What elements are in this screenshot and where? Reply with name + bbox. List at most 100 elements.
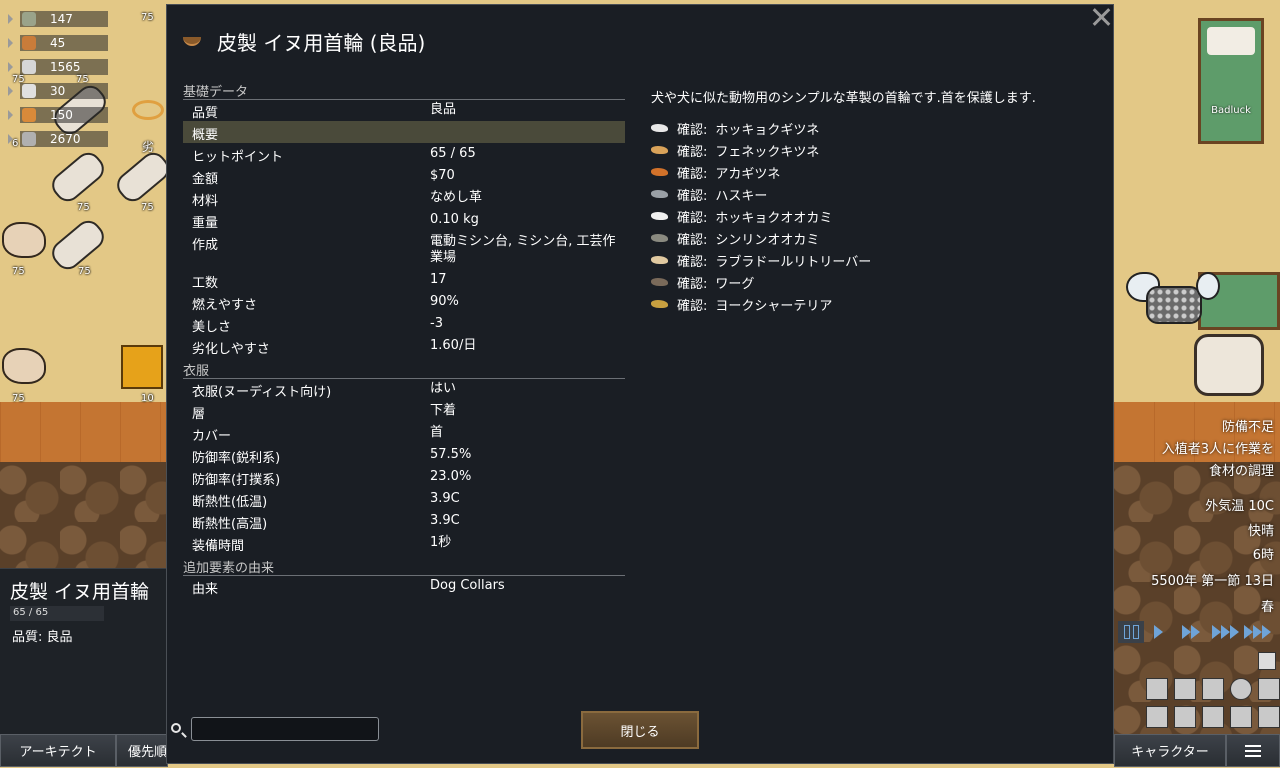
- resource-row[interactable]: 147: [8, 10, 108, 28]
- resource-icon: [22, 84, 36, 98]
- resource-row[interactable]: 2670: [8, 130, 108, 148]
- tab-character[interactable]: キャラクター: [1114, 734, 1226, 767]
- list-icon[interactable]: [1258, 652, 1276, 670]
- stat-label: 断熱性(低温): [192, 495, 268, 510]
- compatible-animal[interactable]: 確認: ワーグ: [651, 271, 754, 293]
- alert-defense[interactable]: 防備不足: [1222, 416, 1274, 435]
- search-input[interactable]: [191, 717, 379, 741]
- cloth-roll[interactable]: [111, 147, 175, 207]
- stat-value: 3.9C: [430, 491, 460, 506]
- mountain-icon[interactable]: [1202, 678, 1224, 700]
- speed-normal-button[interactable]: [1154, 623, 1163, 641]
- compatible-animal[interactable]: 確認: シンリンオオカミ: [651, 227, 819, 249]
- animal-name: ヨークシャーテリア: [715, 298, 833, 314]
- zone-icon[interactable]: [1230, 706, 1252, 728]
- stat-row[interactable]: 由来 Dog Collars: [183, 575, 625, 597]
- resource-row[interactable]: 30: [8, 82, 108, 100]
- expand-arrow-icon[interactable]: [8, 62, 13, 72]
- resource-row[interactable]: 150: [8, 106, 108, 124]
- stat-label: 燃えやすさ: [192, 298, 258, 313]
- compatible-animal[interactable]: 確認: ホッキョクオオカミ: [651, 205, 832, 227]
- bar-chart-icon[interactable]: [1174, 706, 1196, 728]
- stat-row[interactable]: 劣化しやすさ 1.60/日: [183, 335, 625, 357]
- compatible-animal[interactable]: 確認: ヨークシャーテリア: [651, 293, 832, 315]
- stat-row[interactable]: 美しさ -3: [183, 313, 625, 335]
- resource-row[interactable]: 1565: [8, 58, 108, 76]
- animal-icon: [651, 300, 668, 308]
- crate[interactable]: [121, 345, 163, 389]
- compatible-animal[interactable]: 確認: フェネックキツネ: [651, 139, 819, 161]
- expand-arrow-icon[interactable]: [8, 86, 13, 96]
- animal-icon: [651, 212, 668, 220]
- speed-superfast-button[interactable]: [1212, 623, 1239, 641]
- stat-row[interactable]: 燃えやすさ 90%: [183, 291, 625, 313]
- expand-arrow-icon[interactable]: [8, 134, 13, 144]
- resource-icon: [22, 108, 36, 122]
- stat-value: 17: [430, 272, 447, 287]
- stack-count: 75: [78, 266, 91, 277]
- stat-row[interactable]: 衣服(ヌーディスト向け) はい: [183, 378, 625, 400]
- stat-value: 23.0%: [430, 469, 472, 484]
- dog-bed[interactable]: [1194, 334, 1264, 396]
- speed-ultrafast-button[interactable]: [1244, 623, 1271, 641]
- resource-count: 1565: [50, 60, 81, 74]
- stat-row[interactable]: 品質 良品: [183, 99, 625, 121]
- stat-row[interactable]: 断熱性(低温) 3.9C: [183, 488, 625, 510]
- stack-count: 75: [141, 202, 154, 213]
- close-icon[interactable]: [1090, 6, 1112, 28]
- stat-label: 装備時間: [192, 539, 245, 554]
- season: 春: [1260, 600, 1274, 615]
- collar-item[interactable]: [132, 100, 164, 120]
- compatible-animal[interactable]: 確認: ハスキー: [651, 183, 767, 205]
- bed[interactable]: Badluck: [1198, 18, 1264, 144]
- stat-row[interactable]: 概要: [183, 121, 625, 143]
- menu-button[interactable]: [1226, 734, 1280, 767]
- stack-count: 75: [77, 202, 90, 213]
- stat-row[interactable]: 装備時間 1秒: [183, 532, 625, 554]
- stat-row[interactable]: 作成 電動ミシン台, ミシン台, 工芸作業場: [183, 231, 625, 269]
- pause-button[interactable]: [1118, 621, 1144, 643]
- stat-row[interactable]: 金額 $70: [183, 165, 625, 187]
- animal-name: フェネックキツネ: [715, 144, 820, 160]
- leather-pile[interactable]: [2, 348, 46, 384]
- home-icon[interactable]: [1174, 678, 1196, 700]
- hammer-icon[interactable]: [1146, 678, 1168, 700]
- roof-icon[interactable]: [1258, 678, 1280, 700]
- stat-row[interactable]: 防御率(打撲系) 23.0%: [183, 466, 625, 488]
- speed-fast-button[interactable]: [1182, 623, 1200, 641]
- stat-label: 金額: [192, 172, 219, 187]
- stat-row[interactable]: 重量 0.10 kg: [183, 209, 625, 231]
- inspect-pane: 皮製 イヌ用首輪 65 / 65 品質: 良品: [0, 568, 166, 735]
- tab-priority[interactable]: 優先順: [116, 734, 168, 767]
- expand-arrow-icon[interactable]: [8, 110, 13, 120]
- stat-row[interactable]: カバー 首: [183, 422, 625, 444]
- stat-label: 概要: [192, 128, 219, 143]
- checklist-icon[interactable]: [1258, 706, 1280, 728]
- stat-row[interactable]: 断熱性(高温) 3.9C: [183, 510, 625, 532]
- grid-icon[interactable]: [1146, 706, 1168, 728]
- temperature-icon[interactable]: [1202, 706, 1224, 728]
- cloth-roll[interactable]: [46, 147, 110, 207]
- expand-arrow-icon[interactable]: [8, 38, 13, 48]
- stat-row[interactable]: 工数 17: [183, 269, 625, 291]
- stat-row[interactable]: ヒットポイント 65 / 65: [183, 143, 625, 165]
- stat-row[interactable]: 材料 なめし革: [183, 187, 625, 209]
- confirm-label: 確認:: [677, 122, 708, 138]
- tab-architect[interactable]: アーキテクト: [0, 734, 116, 767]
- stat-row[interactable]: 防御率(鋭利系) 57.5%: [183, 444, 625, 466]
- compatible-animal[interactable]: 確認: ホッキョクギツネ: [651, 117, 819, 139]
- stat-value: Dog Collars: [430, 578, 505, 593]
- no-symbol-icon[interactable]: [1230, 678, 1252, 700]
- leather-pile[interactable]: [2, 222, 46, 258]
- hour: 6時: [1252, 548, 1274, 563]
- resource-row[interactable]: 45: [8, 34, 108, 52]
- expand-arrow-icon[interactable]: [8, 14, 13, 24]
- alert-cooking[interactable]: 食材の調理: [1209, 460, 1274, 479]
- stat-row[interactable]: 層 下着: [183, 400, 625, 422]
- alert-idle-colonists[interactable]: 入植者3人に作業を: [1162, 438, 1274, 457]
- husky-pawn[interactable]: [1126, 272, 1220, 324]
- close-button[interactable]: 閉じる: [581, 711, 699, 749]
- compatible-animal[interactable]: 確認: ラブラドールリトリーバー: [651, 249, 871, 271]
- animal-name: シンリンオオカミ: [715, 232, 820, 248]
- compatible-animal[interactable]: 確認: アカギツネ: [651, 161, 780, 183]
